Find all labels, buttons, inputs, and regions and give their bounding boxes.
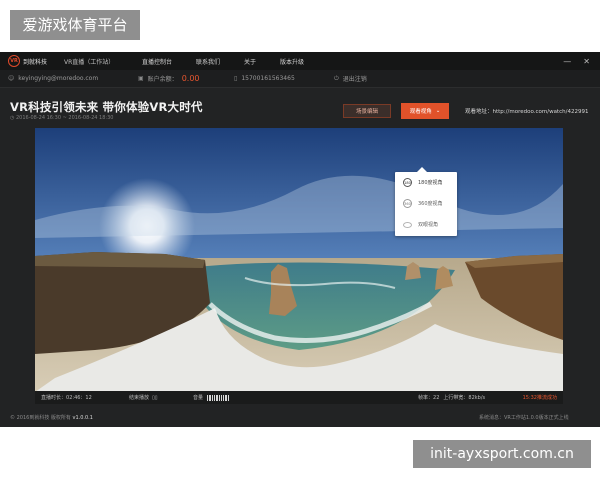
view-option-label: 180度视角 (418, 180, 443, 186)
balance-label: 账户余额： (147, 76, 178, 83)
view-option-180[interactable]: 180 180度视角 (395, 172, 457, 193)
logout-label: 退出注销 (342, 76, 367, 83)
volume-control[interactable]: 音量 (193, 394, 229, 401)
app-logo[interactable]: VR 到就科技 (8, 55, 60, 67)
app-name: VR直播（工作站） (64, 58, 115, 66)
user-icon: ☺ (8, 75, 15, 82)
nav-item-upgrade[interactable]: 版本升级 (280, 57, 304, 66)
view-option-eye[interactable]: 双眼视角 (395, 214, 457, 235)
watermark-top: 爱游戏体育平台 (10, 10, 140, 40)
copyright-text: © 2016到就科技 版权所有 (10, 415, 71, 421)
view-option-label: 双眼视角 (418, 222, 439, 228)
nav-item-console[interactable]: 直播控制台 (142, 57, 172, 66)
app-window: VR 到就科技 VR直播（工作站） 直播控制台 联系我们 关于 版本升级 — ✕… (0, 52, 600, 427)
view-360-icon: 360 (403, 199, 412, 208)
volume-level-bars (207, 394, 229, 401)
title-bar: VR 到就科技 VR直播（工作站） 直播控制台 联系我们 关于 版本升级 — ✕ (0, 52, 600, 70)
stream-duration: 直播时长： 02:46：12 (41, 394, 129, 401)
end-playback-button[interactable]: 结束播放 ▯▯ (129, 394, 193, 402)
fps-value: 22 (433, 394, 440, 401)
view-angle-dropdown: 180 180度视角 360 360度视角 双眼视角 (395, 167, 457, 236)
version-text: v1.0.0.1 (72, 415, 93, 421)
eye-icon (403, 221, 412, 228)
view-angle-button[interactable]: 观看视角 ⌄ (401, 103, 449, 119)
chevron-down-icon: ⌄ (435, 108, 441, 114)
stream-date-range: ◷ 2016-08-24 16:30 ~ 2016-08-24 18:30 (10, 115, 113, 121)
screenshot-page: 爱游戏体育平台 VR 到就科技 VR直播（工作站） 直播控制台 联系我们 关于 … (0, 0, 600, 480)
watch-address[interactable]: 观看地址：http://moredoo.com/watch/422991 (465, 107, 588, 115)
logo-icon: VR (8, 55, 20, 67)
duration-label: 直播时长： (41, 395, 67, 401)
logout-link[interactable]: ⏻ 退出注销 (334, 74, 367, 84)
minimize-icon[interactable]: — (563, 57, 571, 66)
duration-value: 02:46：12 (66, 395, 92, 401)
upload-value: 82kb/s (468, 394, 486, 401)
fps-readout: 帧率： 22 上行带宽： 82kb/s (418, 394, 486, 402)
account-phone: ▯ 15700161563465 (234, 75, 334, 82)
watermark-bottom: init-ayxsport.com.cn (413, 440, 591, 468)
logout-icon: ⏻ (334, 74, 339, 82)
video-player[interactable]: 直播时长： 02:46：12 结束播放 ▯▯ 音量 帧率： 22 上行带宽： 8… (35, 128, 563, 404)
phone-icon: ▯ (234, 75, 238, 82)
account-balance: ▣ 账户余额： 0.00 (138, 74, 234, 83)
footer-system-message: 系统消息：VR工作站1.0.0版本正式上线 (479, 415, 569, 421)
footer-copyright: © 2016到就科技 版权所有 v1.0.0.1 (10, 414, 93, 421)
logo-text: 到就科技 (23, 58, 48, 66)
volume-label: 音量 (193, 395, 204, 401)
view-180-icon: 180 (403, 178, 412, 187)
view-option-360[interactable]: 360 360度视角 (395, 193, 457, 214)
window-controls: — ✕ (563, 52, 590, 70)
wallet-icon: ▣ (138, 75, 144, 82)
stream-title: VR科技引领未来 带你体验VR大时代 (10, 100, 203, 114)
account-email: ☺ keyingying@moredoo.com (8, 75, 138, 82)
upload-label: 上行带宽： (443, 395, 469, 401)
record-status: 15:32推流成功 (522, 395, 557, 401)
clock-icon: ◷ (10, 115, 15, 121)
stop-icon: ▯▯ (152, 394, 158, 401)
scene-edit-button[interactable]: 场景编辑 (343, 104, 391, 118)
email-text: keyingying@moredoo.com (18, 75, 99, 82)
close-icon[interactable]: ✕ (583, 57, 590, 66)
panorama-image (35, 128, 563, 392)
nav-item-contact[interactable]: 联系我们 (196, 57, 220, 66)
date-range-text: 2016-08-24 16:30 ~ 2016-08-24 18:30 (15, 115, 114, 121)
account-info-bar: ☺ keyingying@moredoo.com ▣ 账户余额： 0.00 ▯ … (0, 70, 600, 88)
nav-item-about[interactable]: 关于 (244, 57, 256, 66)
view-option-label: 360度视角 (418, 201, 443, 207)
view-angle-label: 观看视角 (409, 109, 432, 115)
end-playback-label: 结束播放 (129, 395, 150, 401)
phone-text: 15700161563465 (241, 75, 295, 82)
balance-value: 0.00 (181, 74, 200, 83)
stream-status-bar: 直播时长： 02:46：12 结束播放 ▯▯ 音量 帧率： 22 上行带宽： 8… (35, 391, 563, 404)
fps-label: 帧率： (418, 395, 434, 401)
